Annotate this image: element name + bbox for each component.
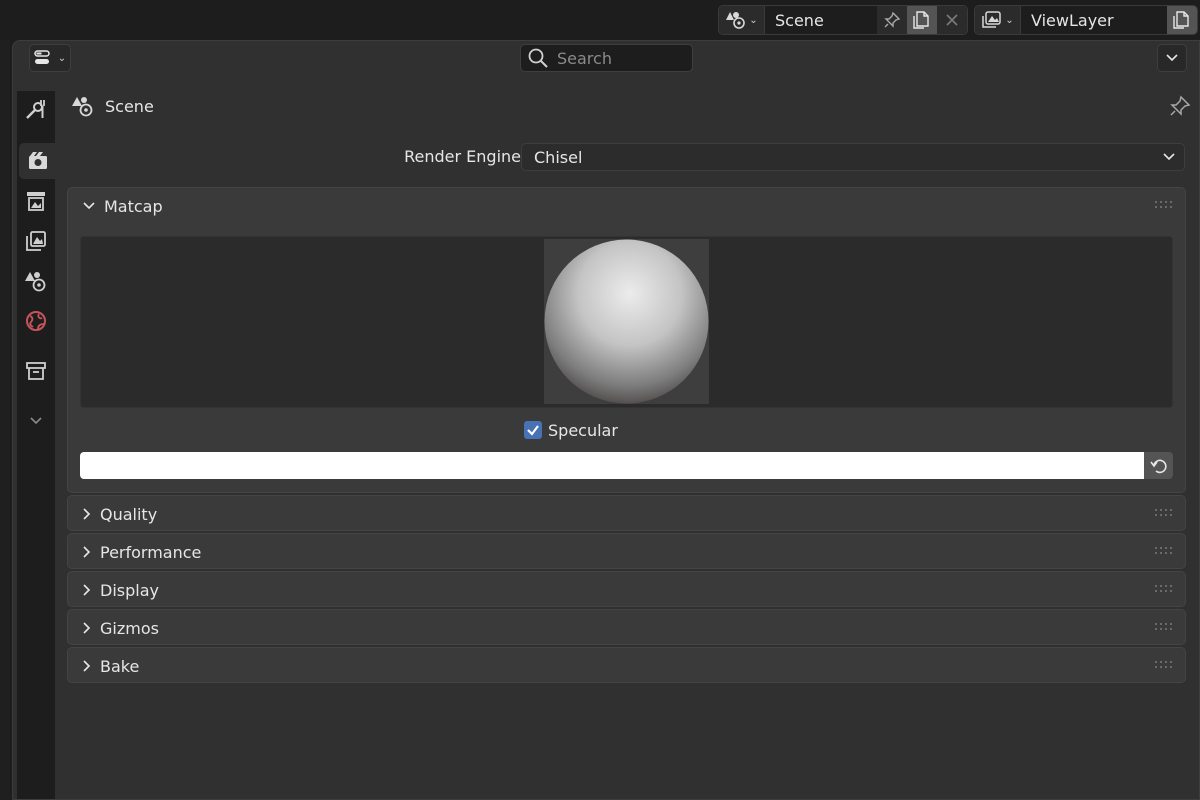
search-icon bbox=[528, 48, 548, 68]
pin-icon bbox=[884, 11, 901, 28]
chevron-down-icon: ⌄ bbox=[749, 14, 758, 26]
chevron-down-icon: ⌄ bbox=[1005, 14, 1014, 26]
pin-context-button[interactable] bbox=[1167, 93, 1193, 119]
world-icon bbox=[26, 311, 46, 331]
properties-editor-icon bbox=[34, 50, 50, 64]
drag-handle-icon[interactable] bbox=[1155, 547, 1173, 555]
tool-icon bbox=[26, 100, 45, 119]
chevron-down-icon bbox=[1163, 153, 1175, 161]
options-dropdown-button[interactable] bbox=[1157, 44, 1187, 72]
quality-panel[interactable]: Quality bbox=[67, 495, 1186, 531]
close-icon bbox=[946, 14, 958, 26]
chevron-down-icon: ⌄ bbox=[57, 52, 67, 64]
view-layer-icon bbox=[982, 11, 1002, 28]
matcap-panel-header[interactable]: Matcap bbox=[68, 188, 1185, 224]
matcap-panel-title: Matcap bbox=[104, 196, 163, 216]
tab-view-layer[interactable] bbox=[17, 223, 55, 259]
tab-world[interactable] bbox=[17, 303, 55, 339]
gizmos-panel-header[interactable]: Gizmos bbox=[68, 610, 1185, 646]
display-panel[interactable]: Display bbox=[67, 571, 1186, 607]
context-label: Scene bbox=[105, 96, 154, 116]
chevron-right-icon bbox=[83, 584, 91, 596]
render-engine-dropdown[interactable]: Chisel bbox=[521, 143, 1185, 171]
new-scene-button[interactable] bbox=[907, 6, 937, 34]
duplicate-icon bbox=[913, 11, 929, 29]
editor-type-button[interactable]: ⌄ bbox=[29, 44, 71, 72]
quality-panel-title: Quality bbox=[100, 504, 158, 524]
render-engine-row: Render Engine Chisel bbox=[55, 143, 1199, 171]
properties-content: Scene Render Engine Chisel Matcap Specul… bbox=[55, 77, 1199, 799]
specular-label: Specular bbox=[548, 420, 618, 440]
drag-handle-icon[interactable] bbox=[1155, 623, 1173, 631]
render-engine-label: Render Engine bbox=[404, 147, 521, 166]
chevron-right-icon bbox=[83, 660, 91, 672]
properties-tab-strip bbox=[17, 91, 57, 799]
bake-panel[interactable]: Bake bbox=[67, 647, 1186, 683]
chevron-right-icon bbox=[83, 622, 91, 634]
tab-collection[interactable] bbox=[17, 353, 55, 389]
context-breadcrumb: Scene bbox=[71, 93, 154, 119]
matcap-preview-area bbox=[80, 236, 1173, 408]
specular-checkbox[interactable] bbox=[524, 421, 542, 439]
view-layer-name-field[interactable]: ViewLayer bbox=[1021, 6, 1167, 34]
pin-icon bbox=[1170, 95, 1191, 116]
view-layer-selector: ⌄ ViewLayer bbox=[974, 5, 1198, 35]
chevron-right-icon bbox=[83, 508, 91, 520]
checkmark-icon bbox=[527, 425, 539, 436]
tab-expand[interactable] bbox=[17, 403, 55, 439]
matcap-panel: Matcap Specular bbox=[67, 187, 1186, 493]
performance-panel[interactable]: Performance bbox=[67, 533, 1186, 569]
new-view-layer-button[interactable] bbox=[1167, 6, 1197, 34]
duplicate-icon bbox=[1173, 11, 1189, 29]
view-layer-browse-button[interactable]: ⌄ bbox=[975, 6, 1021, 34]
delete-scene-button[interactable] bbox=[937, 6, 967, 34]
drag-handle-icon[interactable] bbox=[1155, 201, 1173, 209]
bake-panel-title: Bake bbox=[100, 656, 140, 676]
search-input[interactable] bbox=[557, 48, 687, 68]
tab-output[interactable] bbox=[17, 183, 55, 219]
tab-scene[interactable] bbox=[17, 263, 55, 299]
properties-header: ⌄ bbox=[13, 41, 1199, 77]
chevron-down-icon bbox=[1166, 54, 1178, 62]
scene-icon bbox=[726, 12, 746, 29]
top-header-bar: ⌄ Scene ⌄ ViewLayer bbox=[0, 0, 1200, 40]
matcap-sphere bbox=[544, 239, 709, 404]
tab-tool[interactable] bbox=[17, 91, 55, 127]
render-icon bbox=[29, 152, 47, 169]
gizmos-panel[interactable]: Gizmos bbox=[67, 609, 1186, 645]
specular-toggle[interactable]: Specular bbox=[524, 418, 618, 442]
properties-editor: ⌄ Search Scene Render Engine Chisel Matc… bbox=[12, 40, 1200, 800]
performance-panel-title: Performance bbox=[100, 542, 202, 562]
scene-icon bbox=[72, 97, 93, 117]
gizmos-panel-title: Gizmos bbox=[100, 618, 159, 638]
chevron-down-icon bbox=[30, 417, 42, 425]
scene-name-field[interactable]: Scene bbox=[765, 6, 877, 34]
pin-scene-button[interactable] bbox=[877, 6, 907, 34]
adjacent-editor-edge bbox=[0, 40, 10, 800]
chevron-right-icon bbox=[83, 546, 91, 558]
output-icon bbox=[27, 192, 45, 211]
render-engine-value: Chisel bbox=[534, 147, 583, 167]
quality-panel-header[interactable]: Quality bbox=[68, 496, 1185, 532]
performance-panel-header[interactable]: Performance bbox=[68, 534, 1185, 570]
drag-handle-icon[interactable] bbox=[1155, 661, 1173, 669]
search-field[interactable] bbox=[520, 44, 693, 72]
display-panel-header[interactable]: Display bbox=[68, 572, 1185, 608]
drag-handle-icon[interactable] bbox=[1155, 509, 1173, 517]
tab-render[interactable] bbox=[19, 143, 57, 179]
chevron-down-icon bbox=[83, 202, 95, 210]
display-panel-title: Display bbox=[100, 580, 159, 600]
scene-icon bbox=[25, 272, 46, 292]
scene-selector: ⌄ Scene bbox=[718, 5, 968, 35]
collection-icon bbox=[26, 362, 46, 380]
scene-browse-button[interactable]: ⌄ bbox=[719, 6, 765, 34]
drag-handle-icon[interactable] bbox=[1155, 585, 1173, 593]
bake-panel-header[interactable]: Bake bbox=[68, 648, 1185, 684]
reset-icon bbox=[1149, 459, 1167, 473]
matcap-preview[interactable] bbox=[544, 239, 709, 404]
view-layer-icon bbox=[26, 231, 46, 251]
reset-color-button[interactable] bbox=[1144, 452, 1173, 479]
matcap-color-field[interactable] bbox=[80, 452, 1144, 479]
